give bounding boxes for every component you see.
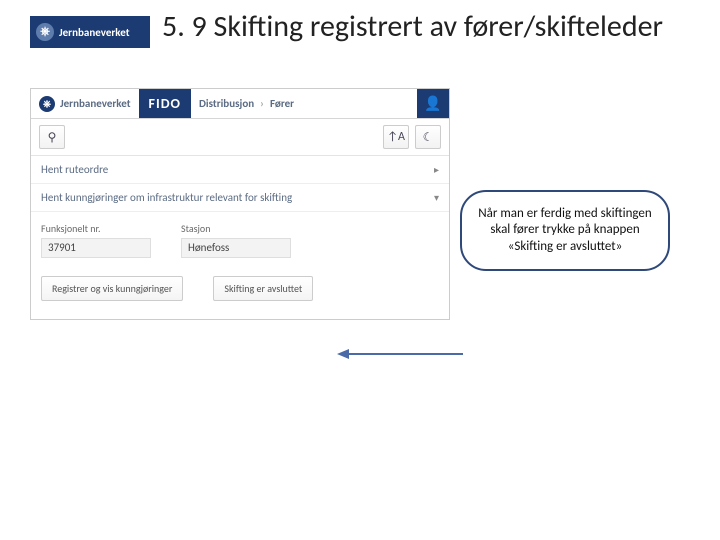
stasjon-label: Stasjon [181, 222, 291, 235]
chevron-down-icon: ▾ [434, 191, 439, 204]
night-mode-button[interactable]: ☾ [415, 125, 441, 149]
logo-circle-icon: ⎈ [36, 23, 54, 41]
app-logo-icon: ⎈ [39, 96, 55, 112]
user-menu[interactable]: 👤 [417, 89, 449, 118]
toolbar: ⚲ ↑A ☾ [31, 119, 449, 156]
funksjonelt-nr-input[interactable]: 37901 [41, 238, 151, 258]
register-view-button[interactable]: Registrer og vis kunngjøringer [41, 276, 183, 301]
app-brand-text: Jernbaneverket [60, 97, 131, 110]
moon-icon: ☾ [423, 130, 434, 145]
fetch-route-order-link[interactable]: Hent ruteordre ▸ [31, 156, 449, 184]
callout-bubble: Når man er ferdig med skiftingen skal fø… [460, 190, 670, 271]
app-screenshot: ⎈ Jernbaneverket FIDO Distribusjon › Før… [30, 88, 450, 320]
app-header: ⎈ Jernbaneverket FIDO Distribusjon › Før… [31, 89, 449, 119]
fields-row: Funksjonelt nr. 37901 Stasjon Hønefoss [31, 212, 449, 262]
search-icon: ⚲ [48, 130, 57, 145]
fetch-route-label: Hent ruteordre [41, 163, 108, 176]
chevron-right-icon: ▸ [434, 163, 439, 176]
sort-button[interactable]: ↑A [383, 125, 409, 149]
stasjon-field: Stasjon Hønefoss [181, 222, 291, 258]
search-button[interactable]: ⚲ [39, 125, 65, 149]
slide-logo-text: Jernbaneverket [59, 26, 130, 39]
fetch-announcements-label: Hent kunngjøringer om infrastruktur rele… [41, 191, 292, 204]
action-buttons: Registrer og vis kunngjøringer Skifting … [31, 262, 449, 319]
sort-icon: ↑A [387, 130, 405, 144]
breadcrumb: Distribusjon › Fører [191, 97, 302, 110]
app-brand: ⎈ Jernbaneverket [31, 96, 139, 112]
fetch-announcements-link[interactable]: Hent kunngjøringer om infrastruktur rele… [31, 184, 449, 212]
user-icon: 👤 [424, 95, 441, 112]
slide-title: 5. 9 Skifting registrert av fører/skifte… [162, 10, 663, 45]
callout-text: Når man er ferdig med skiftingen skal fø… [478, 206, 651, 254]
app-product-name: FIDO [139, 89, 191, 118]
funksjonelt-nr-field: Funksjonelt nr. 37901 [41, 222, 151, 258]
stasjon-input[interactable]: Hønefoss [181, 238, 291, 258]
breadcrumb-section: Distribusjon [199, 97, 254, 110]
funksjonelt-nr-label: Funksjonelt nr. [41, 222, 151, 235]
slide-logo: ⎈ Jernbaneverket [30, 16, 150, 48]
breadcrumb-page: Fører [270, 97, 294, 110]
callout-arrow [335, 346, 465, 362]
shifting-done-button[interactable]: Skifting er avsluttet [213, 276, 313, 301]
chevron-right-icon: › [260, 97, 264, 110]
